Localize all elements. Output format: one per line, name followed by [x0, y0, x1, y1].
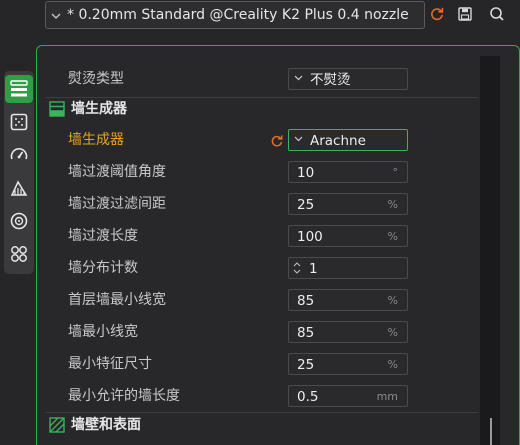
section-title: 墙壁和表面 — [71, 417, 141, 433]
setting-label: 最小允许的墙长度 — [68, 388, 180, 404]
combo-value: 不熨烫 — [310, 72, 351, 88]
section-header-partial — [70, 45, 130, 51]
section-title: 墙生成器 — [71, 101, 127, 117]
search-icon[interactable] — [488, 5, 506, 23]
input-value: 85 — [297, 325, 315, 341]
setting-row-wall-generator: 墙生成器 Arachne — [0, 127, 470, 153]
input-value: 25 — [297, 357, 315, 373]
input-value: 25 — [297, 197, 315, 213]
min-feature-size-input[interactable]: 25 % — [288, 353, 408, 375]
setting-row-min-wall-width: 墙最小线宽 85 % — [0, 319, 470, 345]
min-wall-length-input[interactable]: 0.5 mm — [288, 385, 408, 407]
unit-label: ° — [392, 166, 399, 179]
unit-label: % — [387, 294, 398, 307]
setting-label: 首层墙最小线宽 — [68, 292, 166, 308]
setting-label: 最小特征尺寸 — [68, 356, 152, 372]
save-icon[interactable] — [456, 5, 474, 23]
unit-label: mm — [376, 390, 398, 403]
wall-generator-icon — [49, 101, 65, 117]
input-value: 85 — [297, 293, 315, 309]
setting-row-min-feature-size: 最小特征尺寸 25 % — [0, 351, 470, 377]
chevron-down-icon — [294, 130, 303, 150]
setting-row-wall-transition-length: 墙过渡长度 100 % — [0, 223, 470, 249]
setting-label: 墙最小线宽 — [68, 324, 138, 340]
input-value: 10 — [297, 165, 315, 181]
walls-surfaces-icon — [49, 417, 65, 433]
setting-label: 墙过渡过滤间距 — [68, 196, 166, 212]
setting-row-wall-distribution-count: 墙分布计数 1 — [0, 255, 470, 281]
setting-label: 墙生成器 — [68, 132, 124, 148]
unit-label: % — [387, 230, 398, 243]
top-toolbar: * 0.20mm Standard @Creality K2 Plus 0.4 … — [0, 0, 520, 30]
wall-transition-angle-input[interactable]: 10 ° — [288, 161, 408, 183]
divider — [46, 412, 478, 413]
unit-label: % — [387, 358, 398, 371]
preset-name: * 0.20mm Standard @Creality K2 Plus 0.4 … — [67, 7, 409, 23]
first-layer-min-wall-width-input[interactable]: 85 % — [288, 289, 408, 311]
wall-transition-filter-input[interactable]: 25 % — [288, 193, 408, 215]
setting-label: 墙过渡阈值角度 — [68, 164, 166, 180]
setting-row-min-wall-length: 最小允许的墙长度 0.5 mm — [0, 383, 470, 409]
ironing-type-combo[interactable]: 不熨烫 — [288, 68, 408, 90]
scrollbar-thumb[interactable] — [490, 418, 492, 445]
section-header-wall-generator[interactable]: 墙生成器 — [45, 98, 485, 120]
setting-row-ironing-type: 熨烫类型 不熨烫 — [0, 66, 470, 92]
unit-label: % — [387, 198, 398, 211]
wall-generator-combo[interactable]: Arachne — [288, 129, 408, 151]
refresh-icon[interactable] — [428, 5, 446, 23]
section-header-walls-and-surfaces[interactable]: 墙壁和表面 — [45, 414, 485, 436]
chevron-down-icon — [294, 69, 303, 89]
setting-label: 墙过渡长度 — [68, 228, 138, 244]
wall-transition-length-input[interactable]: 100 % — [288, 225, 408, 247]
min-wall-width-input[interactable]: 85 % — [288, 321, 408, 343]
reset-icon[interactable] — [270, 133, 284, 147]
unit-label: % — [387, 326, 398, 339]
setting-label: 熨烫类型 — [68, 71, 124, 87]
scrollbar-track[interactable] — [480, 56, 500, 445]
input-value: 0.5 — [297, 389, 319, 405]
preset-selector[interactable]: * 0.20mm Standard @Creality K2 Plus 0.4 … — [45, 1, 425, 29]
setting-row-wall-transition-filter: 墙过渡过滤间距 25 % — [0, 191, 470, 217]
combo-value: Arachne — [310, 133, 366, 149]
chevron-down-icon — [51, 9, 67, 22]
input-value: 1 — [309, 261, 318, 277]
spin-arrows-icon[interactable] — [292, 261, 302, 275]
process-settings-window: * 0.20mm Standard @Creality K2 Plus 0.4 … — [0, 0, 520, 445]
setting-row-first-layer-min-wall-width: 首层墙最小线宽 85 % — [0, 287, 470, 313]
input-value: 100 — [297, 229, 323, 245]
setting-row-wall-transition-angle: 墙过渡阈值角度 10 ° — [0, 159, 470, 185]
wall-distribution-count-spinner[interactable]: 1 — [288, 257, 408, 279]
setting-label: 墙分布计数 — [68, 260, 138, 276]
